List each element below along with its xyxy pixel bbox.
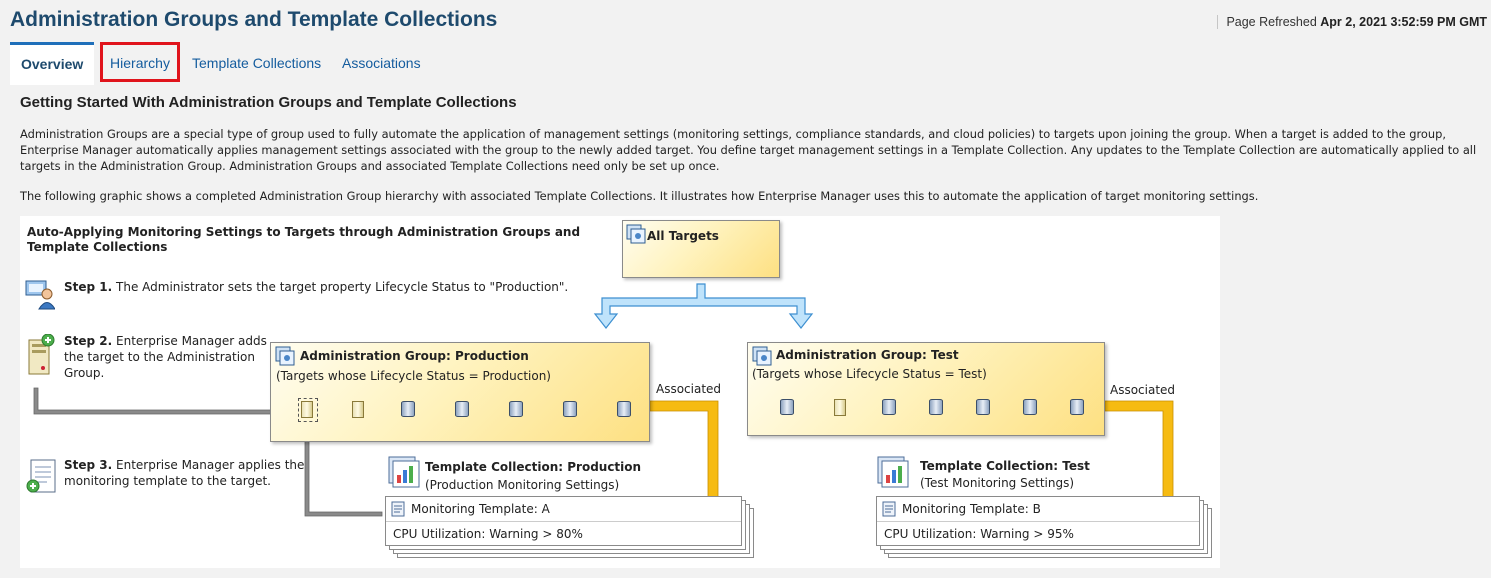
section-heading: Getting Started With Administration Grou…	[20, 94, 517, 111]
tab-template-collections[interactable]: Template Collections	[192, 42, 321, 82]
tab-hierarchy[interactable]: Hierarchy	[100, 42, 180, 82]
document-apply-icon	[25, 458, 57, 500]
associated-label-test: Associated	[1110, 383, 1176, 397]
associated-label-production: Associated	[656, 382, 722, 396]
group-targets-icon	[275, 346, 295, 370]
step2-line2: the target to the Administration	[64, 350, 255, 364]
mt-a-label: Monitoring Template: A	[411, 502, 550, 516]
page-title: Administration Groups and Template Colle…	[10, 8, 498, 31]
step2-arrow	[33, 387, 291, 420]
step3-line2: monitoring template to the target.	[64, 474, 271, 488]
step3-line1: Step 3. Enterprise Manager applies the	[64, 458, 305, 472]
database-target-icon	[401, 401, 415, 417]
group-production-subtitle: (Targets whose Lifecycle Status = Produc…	[276, 369, 551, 383]
tc-production-title: Template Collection: Production	[425, 460, 642, 474]
tab-overview[interactable]: Overview	[10, 42, 95, 85]
database-target-icon	[929, 399, 943, 415]
mt-b-rule: CPU Utilization: Warning > 95%	[884, 527, 1074, 541]
hierarchy-diagram: Auto-Applying Monitoring Settings to Tar…	[20, 216, 1220, 568]
group-targets-icon	[626, 224, 646, 248]
associated-connector-production	[649, 400, 719, 499]
admin-group-production-box: Administration Group: Production (Target…	[270, 342, 650, 442]
step2-line3: Group.	[64, 366, 105, 380]
mt-b-label: Monitoring Template: B	[902, 502, 1041, 516]
all-targets-box: All Targets	[622, 220, 780, 278]
step2-line1: Step 2. Enterprise Manager adds	[64, 334, 267, 348]
tab-bar: Overview Hierarchy Template Collections …	[10, 42, 1491, 85]
host-target-icon	[834, 399, 846, 416]
group-test-subtitle: (Targets whose Lifecycle Status = Test)	[752, 367, 987, 381]
step1-text: Step 1. The Administrator sets the targe…	[64, 280, 569, 294]
mt-a-rule: CPU Utilization: Warning > 80%	[393, 527, 583, 541]
template-collection-icon	[388, 456, 420, 492]
intro-paragraph: Administration Groups are a special type…	[20, 127, 1477, 173]
server-add-icon	[26, 333, 56, 380]
template-collection-icon	[877, 456, 909, 492]
database-target-icon	[617, 401, 631, 417]
database-target-icon	[509, 401, 523, 417]
database-target-icon	[1023, 399, 1037, 415]
group-test-title: Administration Group: Test	[776, 348, 959, 362]
template-icon	[391, 501, 405, 521]
host-target-icon	[301, 401, 313, 418]
administrator-icon	[25, 278, 56, 314]
database-target-icon	[882, 399, 896, 415]
tc-test-title: Template Collection: Test	[920, 459, 1090, 473]
tc-test-subtitle: (Test Monitoring Settings)	[920, 476, 1075, 490]
blue-split-arrow	[593, 283, 814, 329]
page-refreshed-info: Page Refreshed Apr 2, 2021 3:52:59 PM GM…	[1217, 15, 1487, 29]
refresh-label: Page Refreshed	[1226, 15, 1317, 29]
group-production-title: Administration Group: Production	[300, 349, 529, 363]
tab-associations[interactable]: Associations	[342, 42, 421, 82]
template-icon	[882, 501, 896, 521]
graphic-description: The following graphic shows a completed …	[20, 189, 1259, 203]
database-target-icon	[1070, 399, 1084, 415]
database-target-icon	[455, 401, 469, 417]
refresh-time: Apr 2, 2021 3:52:59 PM GMT	[1320, 15, 1487, 29]
associated-connector-test	[1104, 400, 1174, 499]
database-target-icon	[563, 401, 577, 417]
tc-production-subtitle: (Production Monitoring Settings)	[425, 478, 620, 492]
monitoring-template-a-card: Monitoring Template: A CPU Utilization: …	[385, 496, 742, 546]
monitoring-template-b-card: Monitoring Template: B CPU Utilization: …	[876, 496, 1200, 546]
all-targets-label: All Targets	[647, 229, 719, 243]
diagram-title-line2: Template Collections	[27, 240, 168, 254]
host-target-icon	[352, 401, 364, 418]
admin-group-test-box: Administration Group: Test (Targets whos…	[747, 342, 1105, 436]
diagram-title-line1: Auto-Applying Monitoring Settings to Tar…	[27, 225, 581, 239]
database-target-icon	[780, 399, 794, 415]
database-target-icon	[976, 399, 990, 415]
